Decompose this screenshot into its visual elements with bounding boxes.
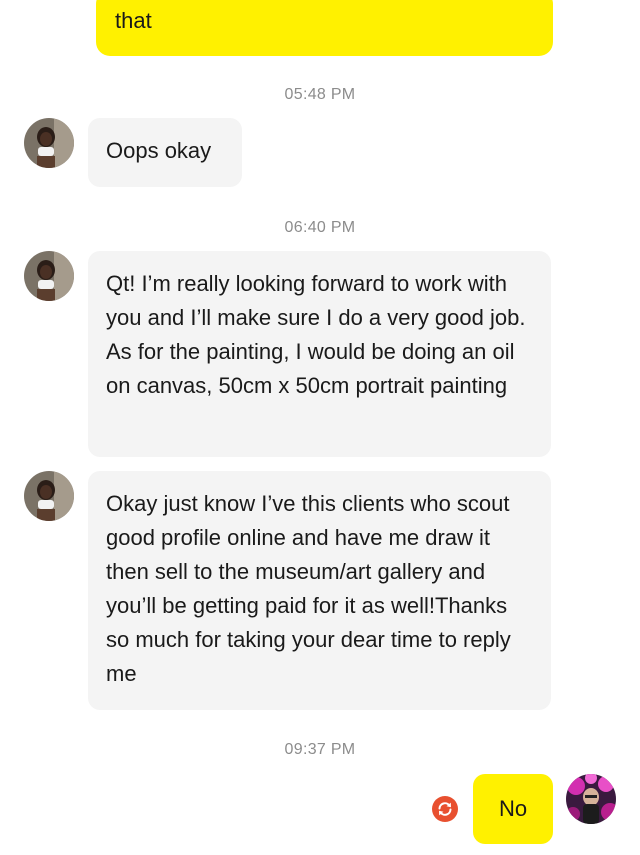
message-text: Oops okay (106, 138, 212, 163)
contact-avatar[interactable] (24, 251, 74, 301)
refresh-icon[interactable] (432, 796, 458, 822)
contact-avatar[interactable] (24, 118, 74, 168)
timestamp: 06:40 PM (284, 219, 356, 236)
outgoing-message-bubble[interactable]: that (96, 0, 553, 56)
message-text: that (115, 8, 152, 33)
timestamp: 05:48 PM (284, 86, 356, 103)
incoming-message-bubble[interactable]: Qt! I’m really looking forward to work w… (88, 251, 551, 457)
outgoing-message-bubble[interactable]: No (473, 774, 553, 844)
incoming-message-bubble[interactable]: Oops okay (88, 118, 242, 187)
incoming-message-bubble[interactable]: Okay just know I’ve this clients who sco… (88, 471, 551, 710)
message-text: Qt! I’m really looking forward to work w… (106, 271, 526, 398)
timestamp: 09:37 PM (284, 741, 356, 758)
self-avatar[interactable] (566, 774, 616, 824)
message-text: No (498, 796, 528, 821)
message-text: Okay just know I’ve this clients who sco… (106, 491, 511, 686)
contact-avatar[interactable] (24, 471, 74, 521)
